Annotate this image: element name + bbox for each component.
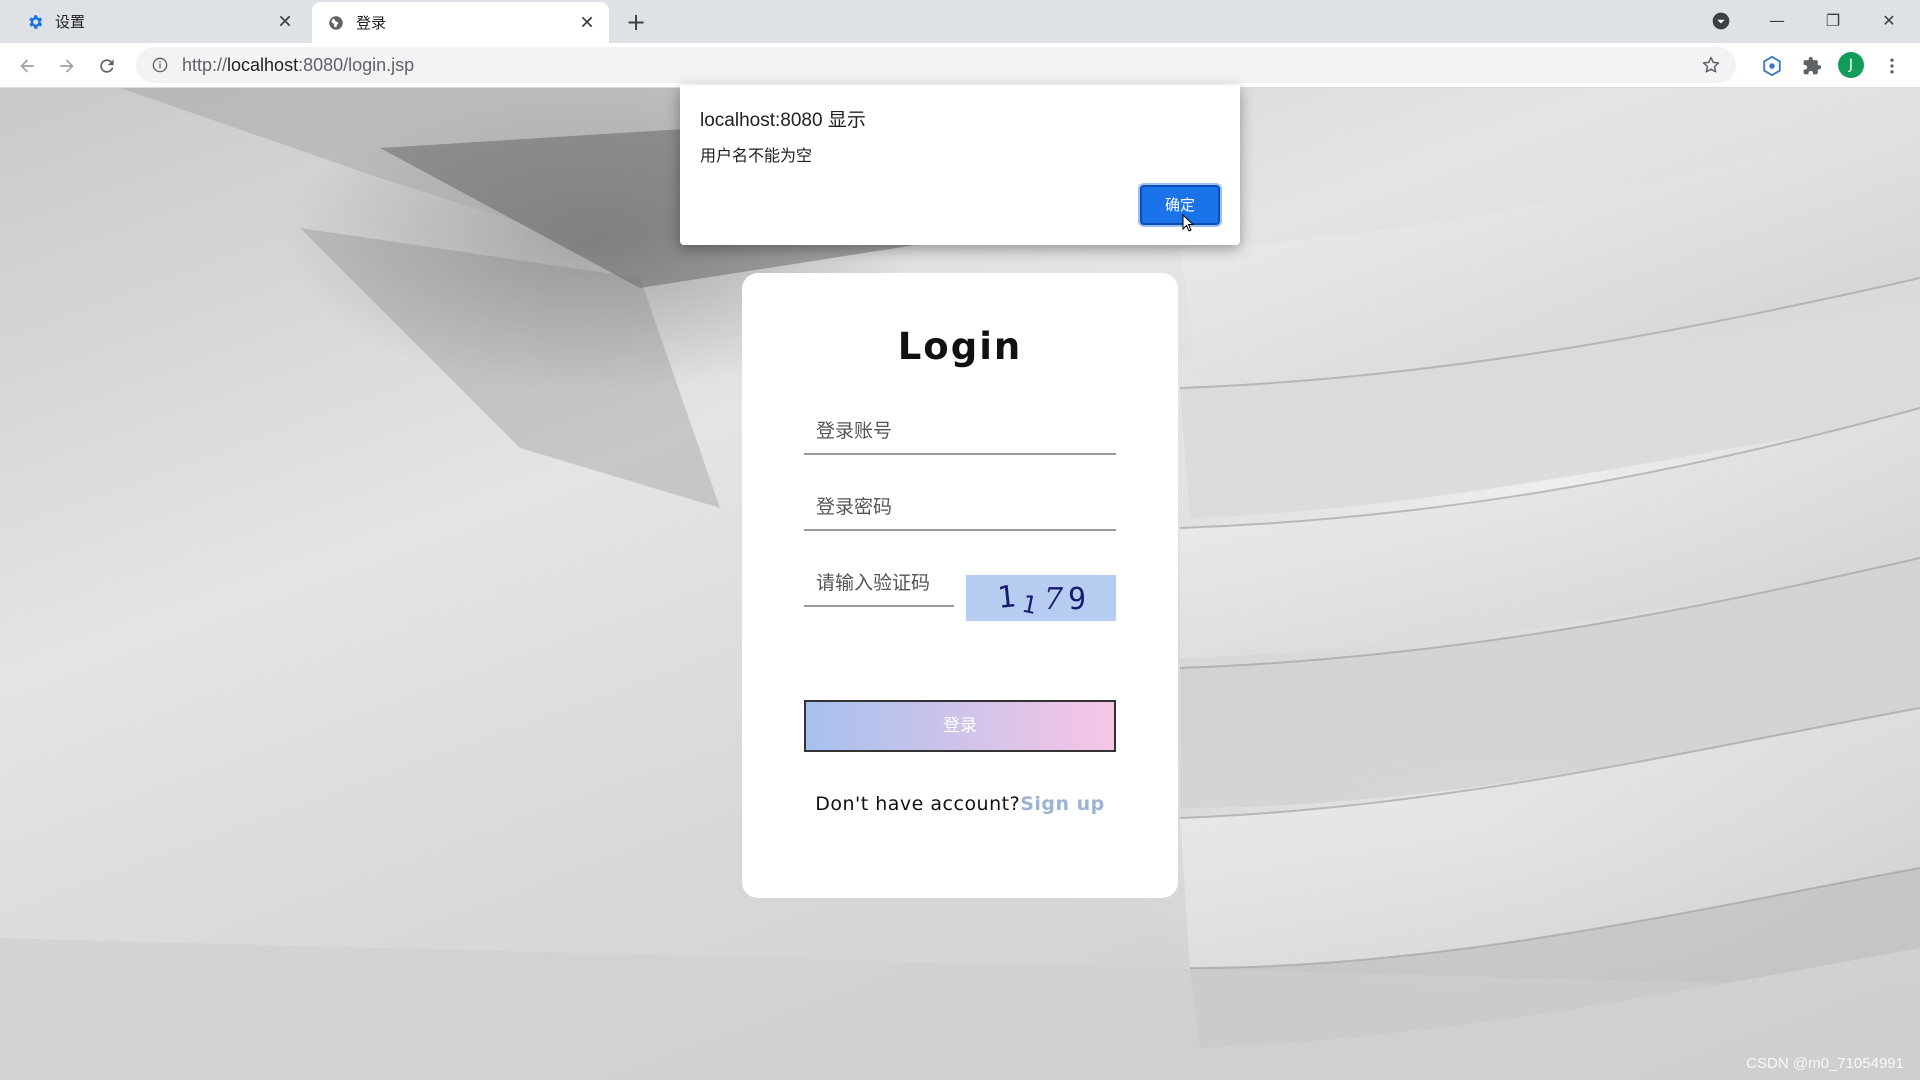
- tab-title: 登录: [356, 14, 387, 32]
- alert-message: 用户名不能为空: [700, 146, 813, 165]
- password-input[interactable]: [804, 485, 1116, 529]
- url-host: localhost: [227, 54, 299, 75]
- puzzle-icon: [1803, 56, 1822, 75]
- captcha-input[interactable]: [804, 561, 954, 605]
- password-field[interactable]: [804, 485, 1116, 531]
- reload-button[interactable]: [92, 51, 122, 81]
- gear-icon: [25, 12, 45, 32]
- login-submit-button[interactable]: 登录: [804, 700, 1116, 752]
- captcha-field[interactable]: [804, 561, 954, 607]
- username-input[interactable]: [804, 409, 1116, 453]
- signup-row: Don't have account?Sign up: [742, 793, 1178, 815]
- login-title: Login: [897, 325, 1023, 368]
- close-tab-icon[interactable]: ✕: [577, 12, 597, 33]
- extension-button[interactable]: [1757, 51, 1787, 81]
- hexagon-extension-icon: [1763, 55, 1781, 77]
- tab-title: 设置: [55, 13, 86, 31]
- globe-icon: [326, 13, 346, 33]
- svg-text:7: 7: [1044, 582, 1064, 617]
- url-path: :8080/login.jsp: [298, 54, 415, 75]
- new-tab-button[interactable]: +: [622, 8, 650, 36]
- captcha-image[interactable]: 1 1 7 9: [966, 575, 1116, 621]
- bookmark-star-icon[interactable]: [1700, 54, 1722, 76]
- alert-ok-button[interactable]: 确定: [1140, 185, 1220, 225]
- restore-button[interactable]: ❐: [1810, 6, 1856, 36]
- svg-text:1: 1: [996, 579, 1018, 616]
- profile-avatar[interactable]: J: [1838, 52, 1864, 78]
- alert-title: localhost:8080 显示: [700, 110, 866, 131]
- browser-menu-button[interactable]: [1877, 51, 1907, 81]
- alert-dialog: localhost:8080 显示 用户名不能为空 确定: [680, 85, 1240, 245]
- svg-text:1: 1: [1019, 590, 1039, 620]
- window-close-button[interactable]: ✕: [1866, 6, 1912, 36]
- back-button[interactable]: [12, 51, 42, 81]
- url-text: http://localhost:8080/login.jsp: [182, 55, 414, 76]
- login-card: Login 1 1 7 9 登录 Don't have account?Sign…: [742, 273, 1178, 898]
- signup-link[interactable]: Sign up: [1020, 793, 1105, 815]
- watermark: CSDN @m0_71054991: [1746, 1055, 1904, 1072]
- chevron-down-icon: [1712, 12, 1730, 30]
- arrow-left-icon: [20, 59, 34, 73]
- kebab-menu-icon: [1890, 58, 1894, 74]
- address-bar[interactable]: http://localhost:8080/login.jsp: [136, 47, 1736, 83]
- forward-button[interactable]: [52, 51, 82, 81]
- tab-search-button[interactable]: [1698, 6, 1744, 36]
- extensions-menu-button[interactable]: [1797, 51, 1827, 81]
- info-icon[interactable]: [150, 55, 170, 75]
- browser-toolbar: http://localhost:8080/login.jsp: [0, 43, 1920, 88]
- tab-settings[interactable]: 设置 ✕: [0, 0, 307, 43]
- reload-icon: [100, 59, 114, 73]
- signup-prompt: Don't have account?: [815, 793, 1021, 815]
- username-field[interactable]: [804, 409, 1116, 455]
- mouse-cursor-icon: [1182, 214, 1194, 232]
- captcha-graphic: 1 1 7 9: [996, 579, 1086, 620]
- close-tab-icon[interactable]: ✕: [275, 11, 295, 32]
- tab-strip: 设置 ✕ 登录 ✕ + — ❐ ✕: [0, 0, 1920, 43]
- svg-text:9: 9: [1068, 582, 1086, 617]
- tab-login[interactable]: 登录 ✕: [312, 2, 609, 43]
- minimize-button[interactable]: —: [1754, 6, 1800, 36]
- url-scheme: http://: [182, 54, 228, 75]
- arrow-right-icon: [60, 59, 74, 73]
